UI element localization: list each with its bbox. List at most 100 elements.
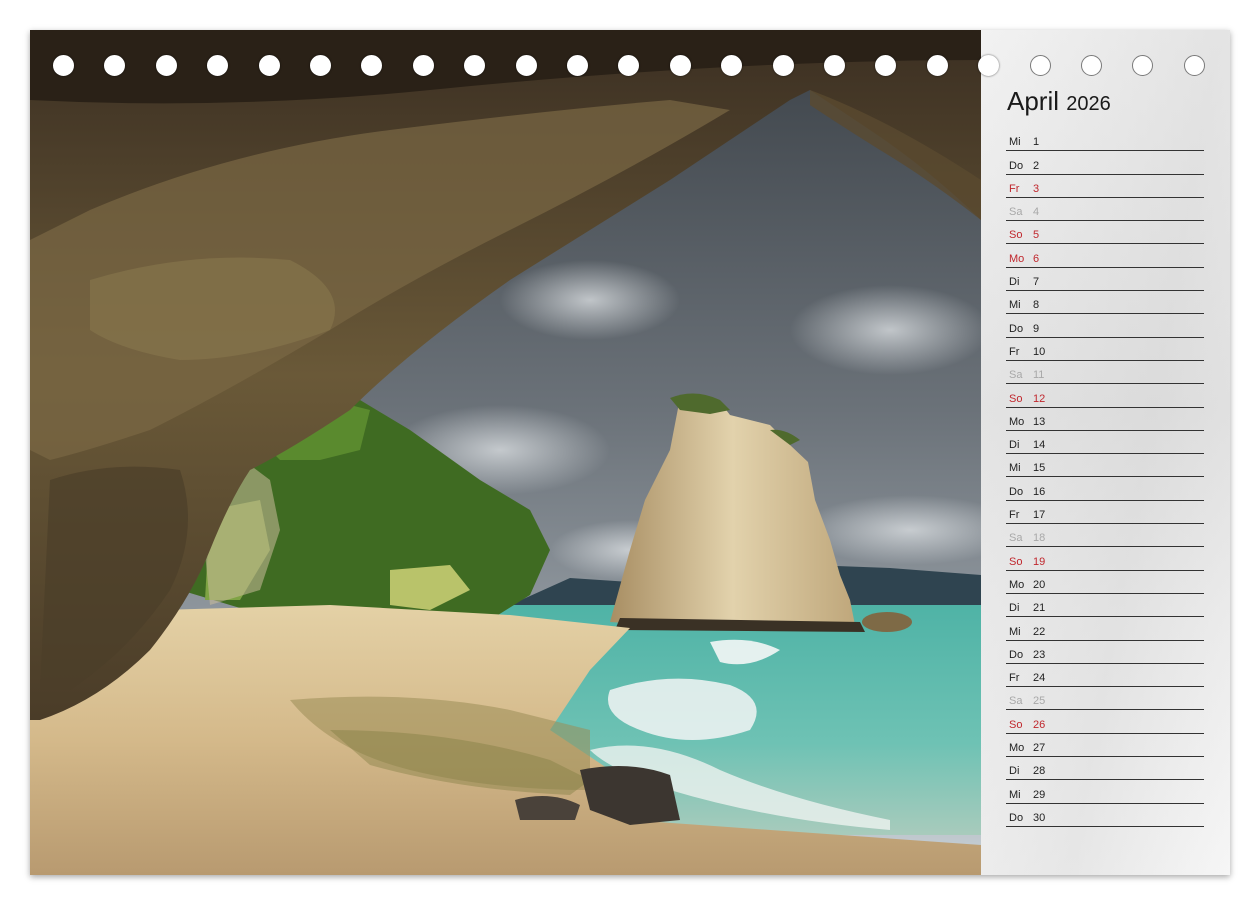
day-number: 19 [1033,555,1046,568]
binding-hole [1081,55,1102,76]
binding-hole [669,55,691,76]
day-number: 23 [1033,648,1046,661]
day-row: So 26 [1006,710,1204,734]
day-number: 25 [1033,695,1046,708]
day-row: Mi 8 [1006,291,1204,315]
weekday-label: Mi [1009,788,1021,801]
weekday-label: Di [1009,439,1020,452]
weekday-label: So [1009,718,1023,731]
calendar-photo [30,30,981,875]
day-row: Mi 15 [1006,454,1204,478]
day-number: 30 [1033,811,1046,824]
weekday-label: Do [1009,648,1024,661]
day-row: Do 30 [1006,804,1204,827]
weekday-label: Do [1009,485,1024,498]
weekday-label: Sa [1009,532,1023,545]
weekday-label: So [1009,392,1023,405]
day-row: Mo 27 [1006,734,1204,758]
day-number: 6 [1033,252,1040,265]
day-number: 18 [1033,532,1046,545]
day-row: Sa 25 [1006,687,1204,711]
day-row: So 12 [1006,384,1204,408]
binding-hole [258,55,280,76]
weekday-label: Fr [1009,345,1020,358]
month-name: April [1007,86,1060,116]
day-number: 22 [1033,625,1046,638]
binding-hole [1029,55,1051,76]
binding-hole [515,55,537,76]
weekday-label: Do [1009,322,1024,335]
weekday-label: Fr [1009,509,1020,522]
binding-hole [978,55,1000,76]
day-number: 1 [1033,136,1040,149]
day-row: Di 7 [1006,268,1204,292]
binding-hole [926,55,948,76]
weekday-label: Mi [1009,136,1021,149]
day-number: 21 [1033,602,1046,615]
day-row: Mo 6 [1006,244,1204,268]
day-row: So 5 [1006,221,1204,245]
day-row: Do 16 [1006,477,1204,501]
weekday-label: So [1009,555,1023,568]
binding-hole [567,55,588,76]
day-row: Mo 13 [1006,408,1204,431]
day-row: Di 21 [1006,594,1204,618]
binding-hole [310,55,331,76]
day-row: Mo 20 [1006,571,1204,594]
binding-hole [1132,55,1154,76]
day-row: Fr 17 [1006,501,1204,525]
year-label: 2026 [1066,93,1111,115]
day-row: Di 14 [1006,431,1204,455]
day-row: Di 28 [1006,757,1204,781]
day-number: 3 [1033,182,1040,195]
day-row: Fr 24 [1006,664,1204,688]
day-row: Do 23 [1006,641,1204,664]
weekday-label: Mo [1009,252,1025,265]
binding-hole [464,55,486,76]
weekday-label: Mo [1009,578,1025,591]
weekday-label: Do [1009,811,1024,824]
day-list: Mi 1 Do 2 Fr 3 Sa 4 So 5 Mo 6 Di 7 Mi 8 Do 9 Fr 10 Sa 11 So 12 M… [1006,128,1204,827]
weekday-label: Sa [1009,369,1023,382]
day-number: 14 [1033,439,1046,452]
weekday-label: Do [1009,159,1024,172]
month-title: April 2026 [1007,86,1111,117]
day-row: Do 2 [1006,151,1204,175]
day-row: Fr 10 [1006,338,1204,361]
day-row: Mi 1 [1006,128,1204,152]
binding-hole [618,55,640,76]
binding-hole [412,55,434,76]
day-number: 16 [1033,485,1046,498]
weekday-label: Mo [1009,742,1025,755]
binding-hole [875,55,897,76]
day-number: 15 [1033,462,1046,475]
spiral-binding-holes [53,55,1223,79]
binding-hole [104,55,126,76]
weekday-label: Fr [1009,672,1020,685]
day-number: 27 [1033,742,1046,755]
weekday-label: Mi [1009,625,1021,638]
day-number: 26 [1033,718,1046,731]
day-number: 2 [1033,159,1040,172]
day-row: Fr 3 [1006,175,1204,198]
weekday-label: Mi [1009,462,1021,475]
binding-hole [721,55,743,76]
binding-hole [772,55,794,76]
day-row: Sa 11 [1006,361,1204,385]
calendar-page: April 2026 Mi 1 Do 2 Fr 3 Sa 4 So 5 Mo 6 Di 7 Mi 8 Do 9 Fr… [30,30,1230,875]
day-row: Do 9 [1006,314,1204,338]
binding-hole [53,55,74,76]
day-number: 24 [1033,672,1046,685]
binding-hole [155,55,177,76]
day-number: 11 [1033,369,1045,382]
day-number: 8 [1033,299,1040,312]
day-number: 10 [1033,345,1046,358]
day-row: Mi 29 [1006,780,1204,804]
weekday-label: Di [1009,765,1020,778]
weekday-label: Fr [1009,182,1020,195]
weekday-label: Di [1009,276,1020,289]
binding-hole [207,55,229,76]
day-number: 4 [1033,206,1040,219]
day-number: 13 [1033,415,1046,428]
day-row: Sa 18 [1006,524,1204,548]
